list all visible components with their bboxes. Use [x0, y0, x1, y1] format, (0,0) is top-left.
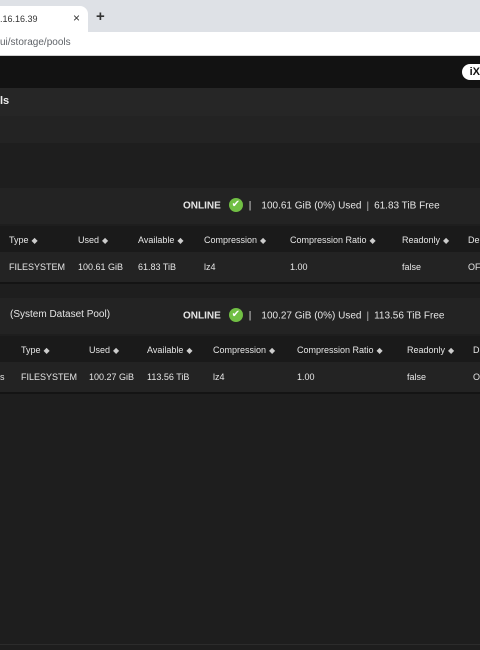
- page-title: ls: [0, 95, 10, 107]
- sort-icon: ◆: [369, 236, 376, 245]
- column-readonly[interactable]: Readonly ◆: [402, 235, 449, 245]
- column-used[interactable]: Used ◆: [89, 345, 119, 355]
- cell-compression: lz4: [213, 372, 225, 382]
- page-title-bar: ls: [0, 88, 480, 116]
- app-top-bar: iX: [0, 56, 480, 88]
- sort-icon: ◆: [102, 236, 109, 245]
- pool-used: 100.61 GiB (0%) Used: [261, 200, 362, 212]
- column-compression[interactable]: Compression ◆: [213, 345, 275, 355]
- pool-status-text: ONLINE: [183, 310, 221, 322]
- column-type[interactable]: Type ◆: [9, 235, 38, 245]
- sort-icon: ◆: [113, 346, 120, 355]
- column-readonly[interactable]: Readonly ◆: [407, 345, 454, 355]
- new-tab-icon[interactable]: +: [96, 8, 105, 25]
- cell-dedup: OF: [468, 262, 480, 272]
- sort-icon: ◆: [269, 346, 276, 355]
- sort-icon: ◆: [260, 236, 267, 245]
- pool-header: ONLINE ✔ | 100.61 GiB (0%) Used | 61.83 TiB F…: [0, 188, 480, 224]
- divider: [0, 392, 480, 394]
- pool-free: 113.56 TiB Free: [374, 310, 445, 322]
- toolbar-strip: [0, 116, 480, 143]
- column-used[interactable]: Used ◆: [78, 235, 108, 245]
- browser-tab-strip: .16.16.39 × +: [0, 0, 480, 32]
- column-available[interactable]: Available ◆: [138, 235, 184, 245]
- sort-icon: ◆: [443, 236, 450, 245]
- column-compression-ratio[interactable]: Compression Ratio ◆: [290, 235, 376, 245]
- table-row[interactable]: s FILESYSTEM 100.27 GiB 113.56 TiB lz4 1…: [0, 362, 480, 392]
- pool-status: ONLINE ✔ | 100.61 GiB (0%) Used | 61.83 TiB F…: [183, 198, 440, 212]
- cell-available: 113.56 TiB: [147, 372, 190, 382]
- sort-icon: ◆: [376, 346, 383, 355]
- column-compression-ratio[interactable]: Compression Ratio ◆: [297, 345, 383, 355]
- ix-logo[interactable]: iX: [462, 64, 480, 80]
- address-bar[interactable]: ui/storage/pools: [0, 32, 480, 56]
- column-dedup[interactable]: De: [468, 235, 480, 245]
- cell-dedup: O: [473, 372, 480, 382]
- pool-status-text: ONLINE: [183, 200, 221, 212]
- sort-icon: ◆: [177, 236, 184, 245]
- cell-available: 61.83 TiB: [138, 262, 177, 272]
- cell-name: s: [0, 372, 5, 382]
- table-header: Type ◆ Used ◆ Available ◆ Compression ◆ Comp…: [0, 336, 480, 363]
- pool-status: ONLINE ✔ | 100.27 GiB (0%) Used | 113.56 TiB …: [183, 308, 445, 322]
- cell-compression-ratio: 1.00: [297, 372, 315, 382]
- pool-name: (System Dataset Pool): [10, 309, 111, 320]
- column-compression[interactable]: Compression ◆: [204, 235, 266, 245]
- column-dedup[interactable]: D: [473, 345, 480, 355]
- sort-icon: ◆: [448, 346, 455, 355]
- pool-free: 61.83 TiB Free: [374, 200, 440, 212]
- sort-icon: ◆: [43, 346, 50, 355]
- cell-used: 100.27 GiB: [89, 372, 135, 382]
- sort-icon: ◆: [186, 346, 193, 355]
- check-circle-icon: ✔: [228, 308, 243, 322]
- check-circle-icon: ✔: [228, 198, 243, 212]
- cell-used: 100.61 GiB: [78, 262, 124, 272]
- sort-icon: ◆: [31, 236, 38, 245]
- column-available[interactable]: Available ◆: [147, 345, 193, 355]
- url-text[interactable]: ui/storage/pools: [0, 37, 71, 48]
- cell-compression-ratio: 1.00: [290, 262, 308, 272]
- pool-used: 100.27 GiB (0%) Used: [261, 310, 362, 322]
- divider: [0, 644, 480, 645]
- cell-readonly: false: [402, 262, 422, 272]
- close-tab-icon[interactable]: ×: [73, 11, 80, 25]
- pool-header: (System Dataset Pool) ONLINE ✔ | 100.27 GiB…: [0, 298, 480, 334]
- divider: [0, 282, 480, 284]
- table-row[interactable]: FILESYSTEM 100.61 GiB 61.83 TiB lz4 1.00…: [0, 252, 480, 282]
- cell-readonly: false: [407, 372, 427, 382]
- cell-type: FILESYSTEM: [21, 372, 78, 382]
- table-header: Type ◆ Used ◆ Available ◆ Compression ◆ Comp…: [0, 226, 480, 253]
- browser-tab[interactable]: .16.16.39 ×: [0, 6, 88, 32]
- cell-compression: lz4: [204, 262, 216, 272]
- column-type[interactable]: Type ◆: [21, 345, 50, 355]
- browser-tab-title: .16.16.39: [0, 14, 38, 24]
- cell-type: FILESYSTEM: [9, 262, 66, 272]
